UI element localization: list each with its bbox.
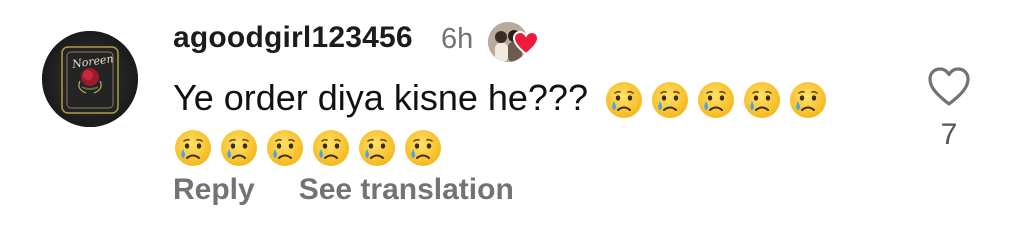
heart-icon	[512, 30, 540, 56]
crying-face-icon	[650, 80, 690, 120]
comment: Noreen agoodgirl123456 6h Ye order diya …	[0, 0, 1024, 241]
avatar-image	[42, 31, 138, 127]
heart-outline-icon	[928, 67, 970, 106]
crying-face-icon	[742, 80, 782, 120]
timestamp: 6h	[441, 23, 474, 55]
comment-body: Ye order diya kisne he???	[173, 74, 873, 170]
reply-button[interactable]: Reply	[173, 173, 255, 207]
comment-text: Ye order diya kisne he???	[173, 77, 588, 118]
see-translation-button[interactable]: See translation	[299, 173, 514, 207]
crying-face-icon	[357, 128, 397, 168]
crying-face-icon	[173, 128, 213, 168]
crying-face-icon	[403, 128, 443, 168]
emoji-group-line-2	[173, 128, 443, 168]
comment-actions: Reply See translation	[173, 173, 514, 207]
liked-by-author-badge	[488, 22, 548, 62]
crying-face-icon	[696, 80, 736, 120]
emoji-group-line-1	[604, 80, 828, 120]
like-count: 7	[940, 118, 958, 151]
user-avatar[interactable]: Noreen	[42, 31, 138, 127]
like-button[interactable]	[926, 64, 972, 108]
crying-face-icon	[311, 128, 351, 168]
crying-face-icon	[219, 128, 259, 168]
username[interactable]: agoodgirl123456	[173, 21, 413, 55]
crying-face-icon	[265, 128, 305, 168]
crying-face-icon	[788, 80, 828, 120]
crying-face-icon	[604, 80, 644, 120]
